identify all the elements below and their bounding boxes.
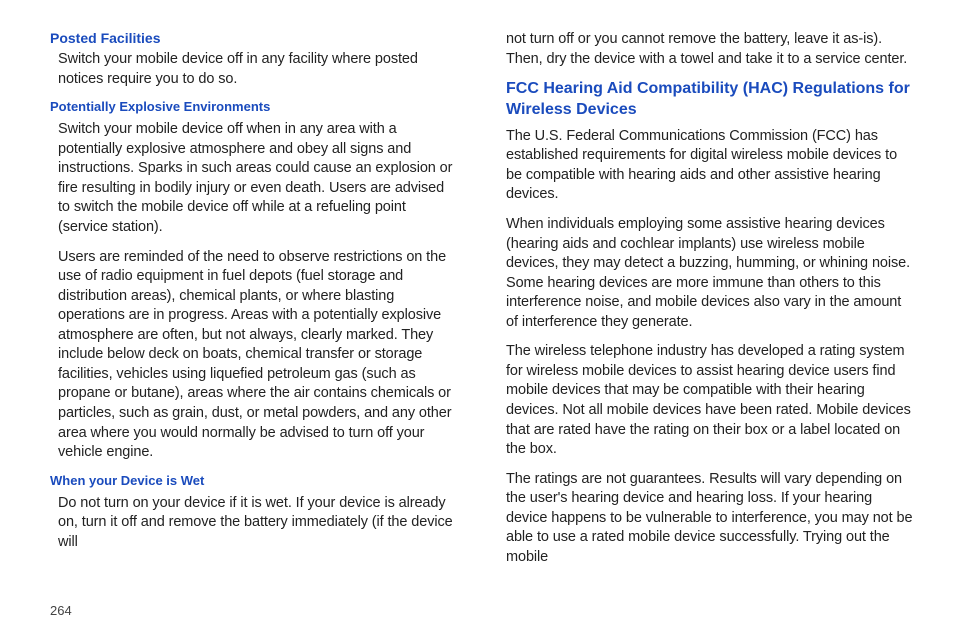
body-paragraph: The wireless telephone industry has deve…: [506, 342, 914, 459]
body-paragraph: not turn off or you cannot remove the ba…: [506, 30, 914, 69]
body-paragraph: Do not turn on your device if it is wet.…: [50, 494, 458, 553]
heading-explosive-environments: Potentially Explosive Environments: [50, 99, 458, 114]
body-paragraph: When individuals employing some assistiv…: [506, 215, 914, 332]
body-paragraph: The ratings are not guarantees. Results …: [506, 470, 914, 568]
right-column: not turn off or you cannot remove the ba…: [506, 30, 914, 578]
left-column: Posted Facilities Switch your mobile dev…: [50, 30, 458, 578]
heading-device-wet: When your Device is Wet: [50, 473, 458, 488]
heading-fcc-hac: FCC Hearing Aid Compatibility (HAC) Regu…: [506, 79, 914, 121]
body-paragraph: Users are reminded of the need to observ…: [50, 248, 458, 463]
page-number: 264: [50, 603, 72, 618]
body-paragraph: Switch your mobile device off when in an…: [50, 120, 458, 237]
heading-posted-facilities: Posted Facilities: [50, 30, 458, 46]
body-paragraph: The U.S. Federal Communications Commissi…: [506, 127, 914, 205]
body-paragraph: Switch your mobile device off in any fac…: [50, 50, 458, 89]
page-content: Posted Facilities Switch your mobile dev…: [0, 0, 954, 578]
